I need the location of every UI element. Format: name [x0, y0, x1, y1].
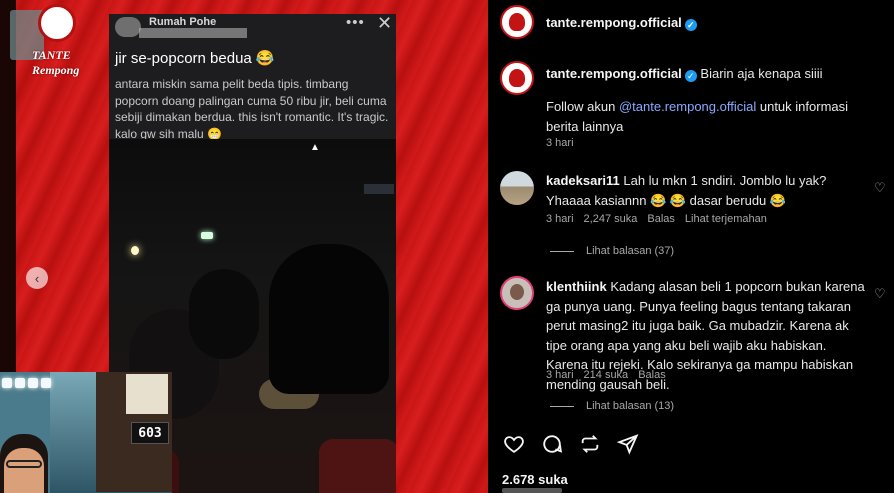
- caption-mention-link[interactable]: @tante.rempong.official: [619, 99, 756, 114]
- post-date-partial: [502, 488, 562, 493]
- view-replies-label[interactable]: Lihat balasan (37): [586, 245, 674, 257]
- streamer-webcam: 603: [0, 372, 172, 493]
- comment-2-meta: 3 hari 214 suka Balas: [546, 369, 666, 381]
- replies-divider: [550, 250, 574, 252]
- account-avatar[interactable]: [500, 5, 534, 39]
- comment-button[interactable]: [540, 432, 564, 456]
- repost-icon: [581, 435, 599, 453]
- post-media: TANTE Rempong ‹ Rumah Pohe ••• ✕ jir se-…: [0, 0, 488, 493]
- post-action-bar: [502, 432, 640, 456]
- mouse-cursor-icon: ▲: [310, 142, 320, 153]
- repost-button[interactable]: [578, 432, 602, 456]
- video-screen-glow: [364, 184, 394, 194]
- card-redaction: [139, 28, 247, 38]
- view-replies-label[interactable]: Lihat balasan (13): [586, 400, 674, 412]
- desk-clock: 603: [131, 422, 169, 444]
- verified-badge-icon: ✓: [684, 70, 697, 82]
- logo-mascot: [38, 4, 76, 42]
- streamer-glasses: [6, 460, 42, 468]
- comment-icon: [543, 435, 563, 453]
- comment-timestamp[interactable]: 3 hari: [546, 369, 574, 381]
- caption-timestamp[interactable]: 3 hari: [546, 137, 574, 149]
- card-username: Rumah Pohe: [149, 16, 217, 28]
- audience-silhouette: [269, 244, 389, 394]
- comment-likes[interactable]: 2,247 suka: [584, 213, 638, 225]
- heart-icon: [504, 436, 524, 453]
- webcam-poster: [126, 374, 168, 414]
- comment-timestamp[interactable]: 3 hari: [546, 213, 574, 225]
- hexagon-lights: [2, 378, 51, 388]
- caption-avatar[interactable]: [500, 61, 534, 95]
- follow-prefix: Follow akun: [546, 99, 619, 114]
- caption-follow-line: Follow akun @tante.rempong.official untu…: [546, 97, 876, 136]
- cinema-seat: [319, 439, 396, 493]
- ceiling-light: [131, 246, 139, 255]
- streamer-face: [4, 448, 44, 493]
- logo-text: TANTE Rempong: [32, 48, 80, 77]
- card-avatar: [115, 17, 141, 37]
- share-icon: [617, 434, 639, 455]
- replies-divider: [550, 405, 574, 407]
- card-header: Rumah Pohe ••• ✕: [109, 14, 396, 44]
- comment-likes[interactable]: 214 suka: [584, 369, 629, 381]
- brand-logo: TANTE Rempong: [10, 4, 80, 77]
- account-name-text[interactable]: tante.rempong.official: [546, 15, 682, 30]
- verified-badge-icon: ✓: [684, 19, 697, 31]
- more-horizontal-icon: •••: [346, 14, 365, 31]
- comment-1-meta: 3 hari 2,247 suka Balas Lihat terjemahan: [546, 213, 767, 225]
- post-likes-count[interactable]: 2.678 suka: [502, 472, 568, 487]
- view-replies-1[interactable]: Lihat balasan (37): [550, 245, 674, 257]
- exit-light: [201, 232, 213, 239]
- comment-like-heart-icon[interactable]: ♡: [874, 286, 886, 302]
- view-replies-2[interactable]: Lihat balasan (13): [550, 400, 674, 412]
- caption-username[interactable]: tante.rempong.official: [546, 66, 682, 81]
- card-title: jir se-popcorn bedua 😂: [115, 50, 275, 67]
- like-button[interactable]: [502, 432, 526, 456]
- comment-1: kadeksari11 Lah lu mkn 1 sndiri. Jomblo …: [546, 171, 856, 210]
- reply-button[interactable]: Balas: [647, 213, 675, 225]
- comments-panel: tante.rempong.official ✓ tante.rempong.of…: [488, 0, 894, 493]
- comment-like-heart-icon[interactable]: ♡: [874, 180, 886, 196]
- comment-username[interactable]: klenthiink: [546, 279, 607, 294]
- comment-avatar[interactable]: [500, 276, 534, 310]
- caption: tante.rempong.official ✓ Biarin aja kenap…: [546, 64, 876, 84]
- account-name[interactable]: tante.rempong.official ✓: [546, 15, 697, 31]
- card-body: antara miskin sama pelit beda tipis. tim…: [115, 77, 389, 141]
- audience-silhouette: [189, 269, 259, 359]
- close-icon: ✕: [377, 14, 393, 33]
- previous-media-button[interactable]: ‹: [26, 267, 48, 289]
- caption-meta: 3 hari: [546, 137, 574, 149]
- comment-avatar[interactable]: [500, 171, 534, 205]
- comment-username[interactable]: kadeksari11: [546, 173, 620, 188]
- caption-text: Biarin aja kenapa siiii: [700, 66, 823, 81]
- reply-button[interactable]: Balas: [638, 369, 666, 381]
- translate-button[interactable]: Lihat terjemahan: [685, 213, 767, 225]
- share-button[interactable]: [616, 432, 640, 456]
- chevron-left-icon: ‹: [34, 270, 40, 286]
